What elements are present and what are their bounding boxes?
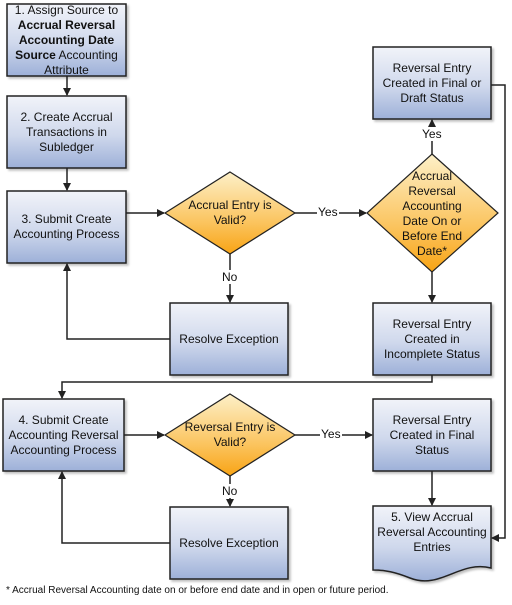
- step4-text: 4. Submit Create Accounting Reversal Acc…: [8, 412, 119, 457]
- step5-text: 5. View Accrual Reversal Accounting Entr…: [377, 509, 487, 554]
- incomplete-text: Reversal Entry Created in Incomplete Sta…: [383, 316, 481, 361]
- arrow-resolve2-to-4: [58, 471, 170, 544]
- yes-label-date-check: Yes: [421, 127, 443, 141]
- arrow-final-or-draft-to-5: [491, 84, 506, 542]
- footnote: * Accrual Reversal Accounting date on or…: [6, 585, 389, 596]
- step3-text: 3. Submit Create Accounting Process: [13, 212, 120, 241]
- yes-label-accrual-valid: Yes: [317, 205, 339, 219]
- step1-text: 1. Assign Source to Accrual Reversal Acc…: [7, 3, 126, 78]
- resolve1-text: Resolve Exception: [179, 331, 279, 346]
- arrow-incomplete-to-4: [58, 375, 433, 399]
- no-label-reversal-valid: No: [221, 484, 239, 498]
- step2-text: 2. Create Accrual Transactions in Subled…: [20, 109, 113, 154]
- step1-text-part: 1. Assign Source to: [14, 2, 119, 17]
- step1-label: 1. Assign Source to Accrual Reversal Acc…: [7, 3, 126, 78]
- no-label-accrual-valid: No: [221, 270, 239, 284]
- final-or-draft-text: Reversal Entry Created in Final or Draft…: [382, 60, 482, 105]
- step1-text-part: Accounting Attribute: [44, 47, 118, 77]
- arrow-resolve1-to-3: [63, 263, 170, 340]
- final-text: Reversal Entry Created in Final Status: [389, 412, 475, 457]
- yes-label-reversal-valid: Yes: [320, 427, 342, 441]
- reversal-valid-text: Reversal Entry is Valid?: [184, 420, 276, 449]
- date-check-text: Accrual Reversal Accounting Date On or B…: [401, 169, 463, 258]
- accrual-valid-text: Accrual Entry is Valid?: [188, 198, 272, 227]
- resolve2-text: Resolve Exception: [179, 535, 279, 550]
